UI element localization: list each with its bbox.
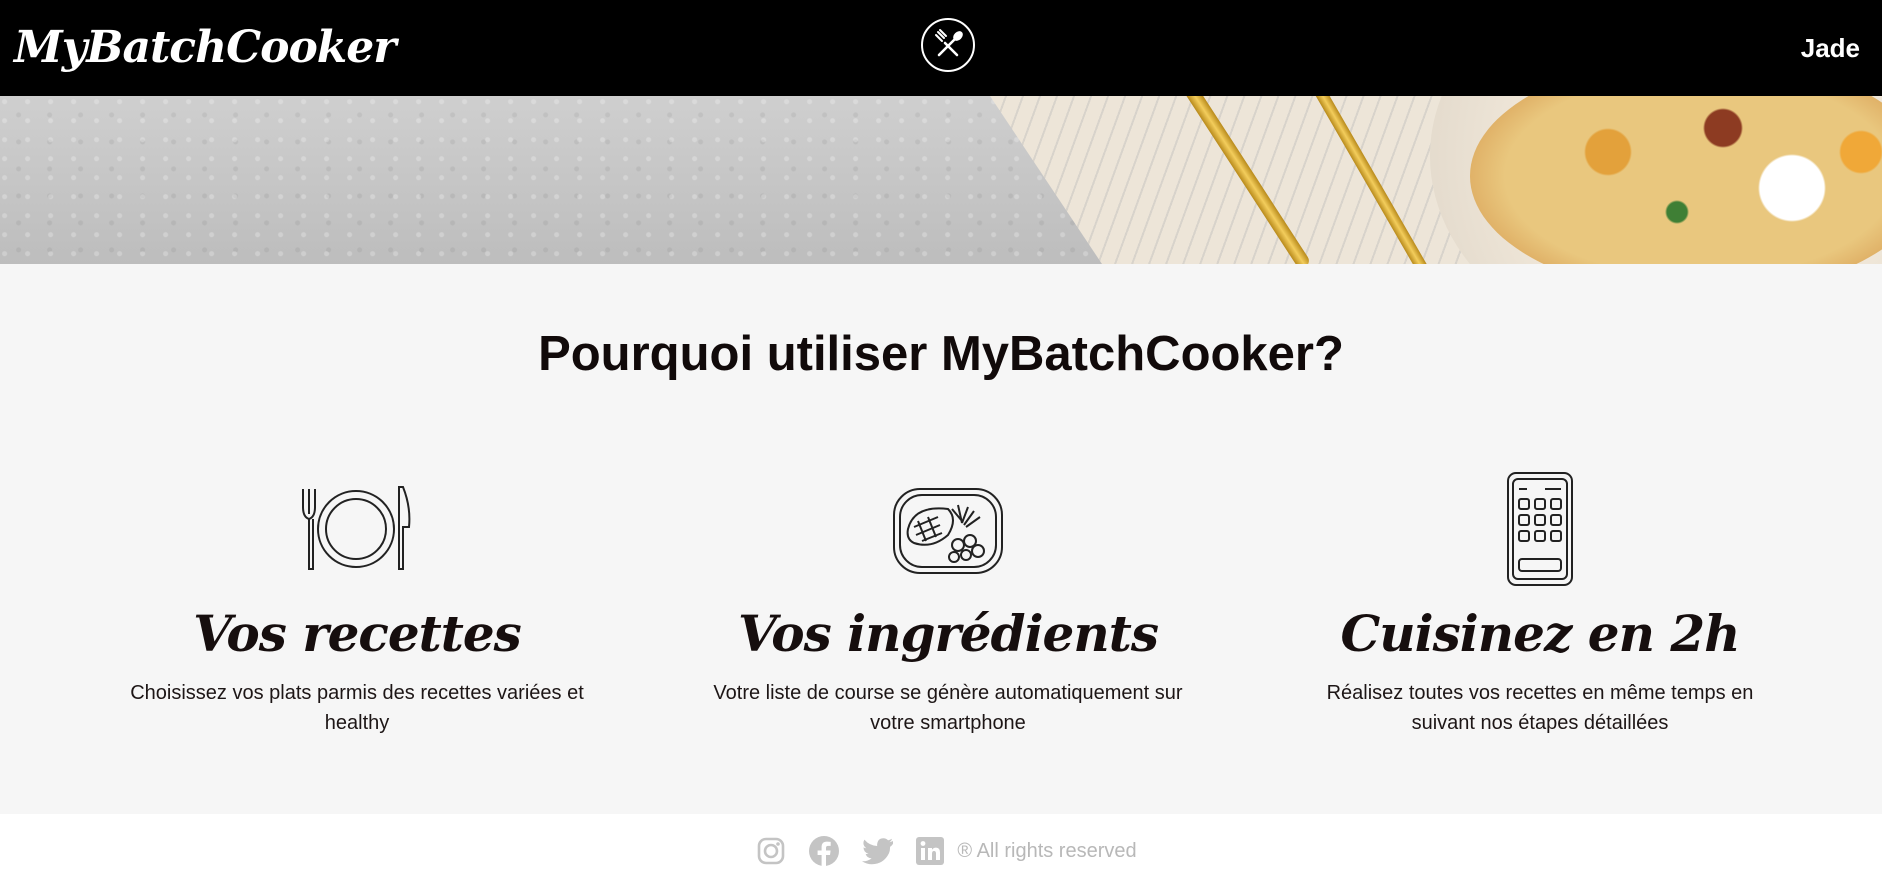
banner-food — [1470, 96, 1882, 264]
feature-description: Choisissez vos plats parmis des recettes… — [130, 682, 584, 734]
instagram-icon[interactable] — [756, 836, 786, 866]
feature-title: Vos ingrédients — [738, 604, 1159, 663]
linkedin-icon[interactable] — [916, 837, 945, 865]
feature-ingredients: Vos ingrédients Votre liste de course se… — [698, 464, 1198, 734]
why-section: Pourquoi utiliser MyBatchCooker? Vos rec… — [0, 264, 1882, 814]
feature-title: Cuisinez en 2h — [1340, 604, 1741, 663]
twitter-icon[interactable] — [862, 837, 894, 865]
feature-description: Votre liste de course se génère automati… — [713, 682, 1183, 734]
site-logo[interactable]: MyBatchCooker — [14, 26, 396, 70]
smartphone-icon — [1290, 464, 1790, 594]
top-navbar: MyBatchCooker Jade — [0, 0, 1882, 96]
meal-tray-icon — [698, 464, 1198, 594]
user-menu-link[interactable]: Jade — [1801, 33, 1860, 64]
facebook-icon[interactable] — [808, 835, 840, 867]
feature-title: Vos recettes — [193, 604, 522, 663]
copyright-text: ® All rights reserved — [957, 839, 1137, 862]
feature-recipes: Vos recettes Choisissez vos plats parmis… — [107, 464, 607, 734]
hero-banner-image — [0, 96, 1882, 264]
feature-cook-2h: Cuisinez en 2h Réalisez toutes vos recet… — [1290, 464, 1790, 734]
fork-spoon-icon[interactable] — [921, 18, 975, 72]
section-title: Pourquoi utiliser MyBatchCooker? — [538, 327, 1344, 381]
feature-description: Réalisez toutes vos recettes en même tem… — [1326, 682, 1754, 734]
site-footer: ® All rights reserved — [0, 814, 1882, 888]
plate-cutlery-icon — [107, 464, 607, 594]
